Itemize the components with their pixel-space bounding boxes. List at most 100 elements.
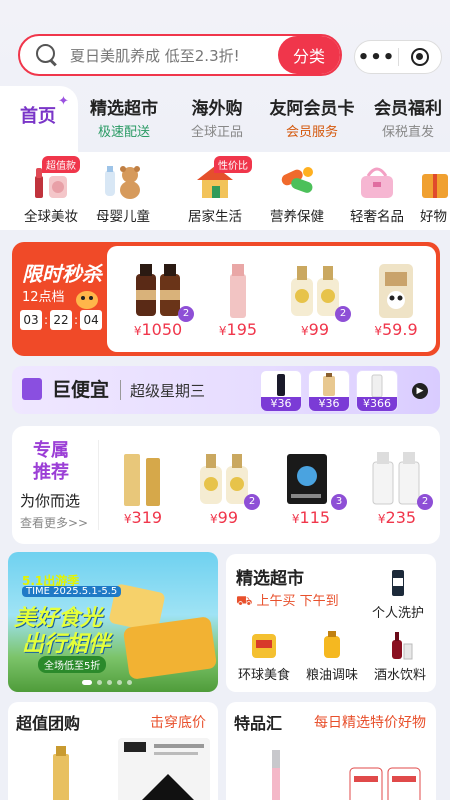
product-image: 2 xyxy=(128,260,194,322)
product-image: 2 xyxy=(194,448,260,510)
tab-overseas[interactable]: 海外购 全球正品 xyxy=(182,94,252,140)
divider xyxy=(98,440,99,530)
category-baby[interactable]: 母婴儿童 xyxy=(88,162,158,225)
category-label: 全球美妆 xyxy=(24,209,78,225)
suitcase-icon xyxy=(122,616,218,680)
tab-membership-card[interactable]: 友阿会员卡 会员服务 xyxy=(266,94,358,140)
quantity-badge: 2 xyxy=(244,494,260,510)
gift-icon xyxy=(420,162,450,200)
product-image xyxy=(349,767,421,800)
supermarket-item-label: 环球美食 xyxy=(237,668,290,683)
countdown-timer: 03: 22: 04 xyxy=(20,310,103,330)
banner-date: TIME 2025.5.1-5.5 xyxy=(22,586,122,597)
close-target-icon[interactable] xyxy=(399,48,441,66)
deal-price: ¥366 xyxy=(357,397,397,411)
tab-title: 会员福利 xyxy=(374,99,442,119)
exclusive-title: 专属 推荐 xyxy=(33,440,69,483)
category-luxury[interactable]: 轻奢名品 xyxy=(342,162,412,225)
quantity-badge: 2 xyxy=(178,306,194,322)
banner-headline-2: 出行相伴 xyxy=(22,632,111,657)
product-price: ¥195 xyxy=(218,320,258,339)
quantity-badge: 2 xyxy=(417,494,433,510)
countdown-hours: 03 xyxy=(20,310,42,330)
special-deals-link[interactable]: 每日精选特价好物 xyxy=(314,712,426,732)
category-goods[interactable]: 好物 xyxy=(420,162,450,225)
product-card[interactable]: 2 ¥99 xyxy=(279,260,351,339)
product-image xyxy=(272,750,280,800)
countdown-minutes: 22 xyxy=(50,310,73,330)
supermarket-item[interactable]: 粮油调味 xyxy=(300,630,364,683)
product-price: ¥1050 xyxy=(133,320,183,339)
product-price: ¥319 xyxy=(123,508,163,527)
product-image xyxy=(384,630,416,660)
group-buy-title: 超值团购 xyxy=(16,714,81,733)
special-deals-title: 特品汇 xyxy=(234,714,283,733)
category-label: 营养保健 xyxy=(270,209,324,225)
handbag-icon xyxy=(355,162,399,200)
super-cheap-banner[interactable]: 巨便宜 超级星期三 ¥36 ¥36 ¥366 ▶ xyxy=(12,366,440,414)
deal-item[interactable]: ¥366 xyxy=(356,370,398,412)
special-deals-panel[interactable]: 特品汇 每日精选特价好物 xyxy=(226,702,436,800)
product-image: 2 xyxy=(285,260,351,322)
flash-sale-panel[interactable]: 限时秒杀 12点档 03: 22: 04 2 ¥1050 ¥195 2 ¥99 xyxy=(12,242,440,356)
snake-mascot-icon xyxy=(76,291,98,309)
deal-item[interactable]: ¥36 xyxy=(308,370,350,412)
search-input[interactable]: 夏日美肌养成 低至2.3折! xyxy=(70,45,278,66)
sparkle-icon: ✦ xyxy=(58,94,69,109)
tab-title: 友阿会员卡 xyxy=(269,99,355,119)
supermarket-slogan: ⛟ 上午买 下午到 xyxy=(236,594,339,609)
tab-subtitle: 全球正品 xyxy=(190,125,243,140)
group-buy-link[interactable]: 击穿底价 xyxy=(150,712,206,732)
pills-icon xyxy=(275,162,319,200)
product-card[interactable]: 2 ¥235 xyxy=(360,448,434,527)
product-card[interactable]: ¥59.9 xyxy=(359,260,433,339)
product-card[interactable]: ¥319 xyxy=(110,448,176,527)
deal-price: ¥36 xyxy=(309,397,349,411)
view-more-link[interactable]: 查看更多>> xyxy=(20,514,88,531)
product-price: ¥59.9 xyxy=(374,320,418,339)
promo-banner[interactable]: 5.1出游季 TIME 2025.5.1-5.5 美好食光 出行相伴 全场低至5… xyxy=(8,552,218,692)
supermarket-item[interactable]: 个人洗护 xyxy=(366,568,430,621)
teddy-bear-icon xyxy=(101,162,145,200)
shopping-bag-icon xyxy=(22,378,42,400)
product-card[interactable]: 3 ¥115 xyxy=(274,448,348,527)
more-icon[interactable]: ••• xyxy=(355,47,398,68)
banner-discount: 全场低至5折 xyxy=(38,656,107,673)
quantity-badge: 2 xyxy=(335,306,351,322)
tab-subtitle: 极速配送 xyxy=(97,125,150,140)
category-health[interactable]: 营养保健 xyxy=(262,162,332,225)
product-price: ¥235 xyxy=(377,508,417,527)
category-button[interactable]: 分类 xyxy=(278,36,340,74)
flash-sale-products: 2 ¥1050 ¥195 2 ¥99 ¥59.9 xyxy=(107,246,436,352)
group-buy-panel[interactable]: 超值团购 击穿底价 xyxy=(8,702,218,800)
product-image: 2 xyxy=(367,448,433,510)
category-label: 好物 xyxy=(420,209,447,225)
deal-item[interactable]: ¥36 xyxy=(260,370,302,412)
category-tag: 超值款 xyxy=(42,156,80,173)
tab-member-benefits[interactable]: 会员福利 保税直发 xyxy=(370,94,446,140)
deal-price: ¥36 xyxy=(261,397,301,411)
category-home[interactable]: 性价比 居家生活 xyxy=(180,156,252,225)
tab-supermarket[interactable]: 精选超市 极速配送 xyxy=(86,94,162,140)
supermarket-item[interactable]: 环球美食 xyxy=(232,630,296,683)
tab-home-label: 首页 xyxy=(20,106,56,127)
product-card[interactable]: 2 ¥1050 xyxy=(119,260,197,339)
exclusive-subtitle: 为你而选 xyxy=(20,492,81,510)
tab-title: 海外购 xyxy=(191,99,243,119)
divider xyxy=(120,380,121,400)
product-card[interactable]: ¥195 xyxy=(203,260,273,339)
search-icon xyxy=(32,40,62,70)
product-card[interactable]: 2 ¥99 xyxy=(188,448,260,527)
arrow-right-icon[interactable]: ▶ xyxy=(412,383,428,399)
product-image xyxy=(118,448,168,508)
supermarket-item-label: 个人洗护 xyxy=(371,606,424,621)
product-image xyxy=(118,738,210,800)
search-bar[interactable]: 夏日美肌养成 低至2.3折! 分类 xyxy=(18,34,342,76)
supermarket-title: 精选超市 xyxy=(236,569,304,589)
category-tag: 性价比 xyxy=(214,156,252,173)
category-beauty[interactable]: 超值款 全球美妆 xyxy=(16,156,86,225)
supermarket-item[interactable]: 酒水饮料 xyxy=(368,630,432,683)
tab-home[interactable]: 首页 ✦ xyxy=(0,86,78,152)
product-image xyxy=(53,746,69,800)
supermarket-panel[interactable]: 精选超市 ⛟ 上午买 下午到 个人洗护 环球美食 粮油调味 酒水饮料 xyxy=(226,554,436,692)
